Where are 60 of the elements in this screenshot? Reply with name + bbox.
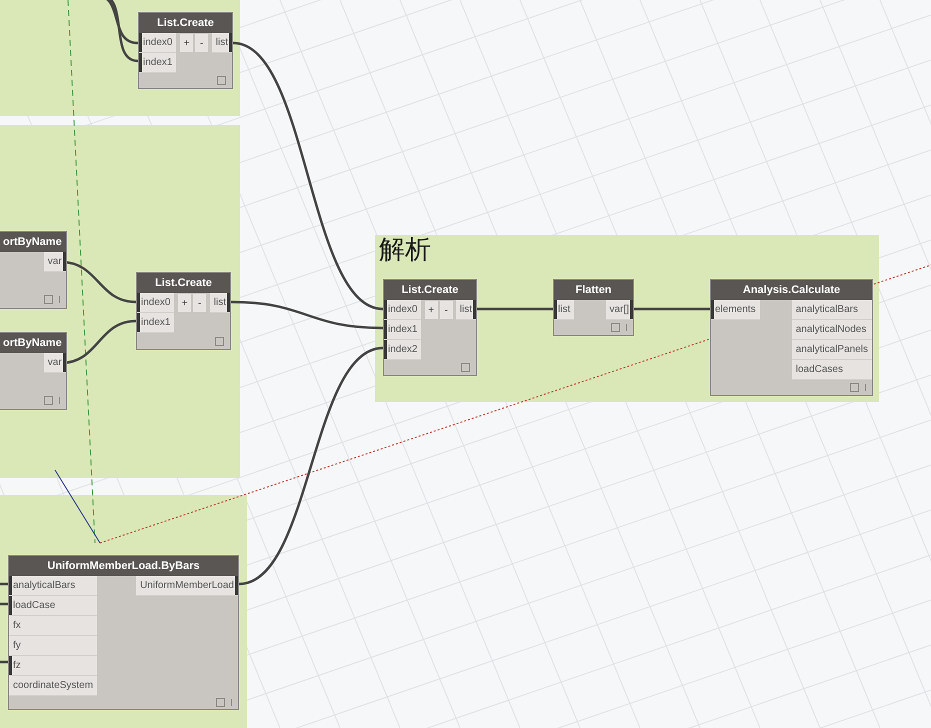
input-port[interactable]: list xyxy=(554,300,574,320)
node-title: ortByName xyxy=(0,232,66,252)
add-input-button[interactable]: + xyxy=(178,294,192,312)
input-port[interactable]: fy xyxy=(9,636,98,656)
preview-icon[interactable] xyxy=(215,336,224,346)
input-port[interactable]: elements xyxy=(711,300,760,320)
output-port[interactable]: list xyxy=(212,33,232,53)
remove-input-button[interactable]: - xyxy=(440,301,453,319)
input-port[interactable]: index0 xyxy=(384,300,422,320)
node-card[interactable]: ortByName var xyxy=(0,231,67,309)
output-port[interactable]: analyticalNodes xyxy=(792,320,872,340)
node-title: List.Create xyxy=(137,273,230,293)
input-port[interactable]: fz xyxy=(9,656,98,676)
input-port[interactable]: coordinateSystem xyxy=(9,676,98,696)
output-port[interactable]: UniformMemberLoad xyxy=(136,576,238,596)
node-card[interactable]: List.Create index0 index1 + - list xyxy=(136,272,231,350)
input-port[interactable]: index0 xyxy=(139,33,176,53)
remove-input-button[interactable]: - xyxy=(193,294,206,312)
output-port[interactable]: list xyxy=(210,293,230,313)
output-port[interactable]: var xyxy=(44,252,66,272)
preview-icon[interactable] xyxy=(44,294,53,304)
node-title: Flatten xyxy=(554,280,633,300)
input-port[interactable]: fx xyxy=(9,616,98,636)
preview-icon[interactable] xyxy=(611,323,620,332)
preview-icon[interactable] xyxy=(217,76,226,85)
preview-icon[interactable] xyxy=(216,698,225,707)
node-card[interactable]: List.Create index0 index1 + - list xyxy=(138,12,233,89)
group-title: 解析 xyxy=(379,235,432,265)
input-port[interactable]: index2 xyxy=(384,340,422,360)
node-card[interactable]: Flatten list var[] xyxy=(553,279,634,336)
wire xyxy=(0,602,8,606)
wire xyxy=(0,582,8,586)
node-card[interactable]: UniformMemberLoad.ByBars analyticalBars loadCase fx fy fz coordinateSystem UniformMemberLoad xyxy=(8,555,239,710)
remove-input-button[interactable]: - xyxy=(195,34,208,52)
input-port[interactable]: loadCase xyxy=(9,596,98,616)
add-input-button[interactable]: + xyxy=(424,301,438,319)
output-port[interactable]: var[] xyxy=(606,300,633,320)
output-port[interactable]: loadCases xyxy=(792,360,872,380)
wire xyxy=(0,660,8,664)
node-card[interactable]: Analysis.Calculate elements analyticalBars analyticalNodes analyticalPanels loadCases xyxy=(710,279,873,396)
input-port[interactable]: analyticalBars xyxy=(9,576,98,596)
preview-icon[interactable] xyxy=(44,396,53,404)
add-input-button[interactable]: + xyxy=(180,34,194,52)
preview-icon[interactable] xyxy=(461,363,470,372)
node-title: ortByName xyxy=(0,333,66,353)
output-port[interactable]: var xyxy=(44,353,66,373)
node-title: List.Create xyxy=(139,13,232,33)
node-title: UniformMemberLoad.ByBars xyxy=(9,556,238,576)
input-port[interactable]: index1 xyxy=(384,320,422,340)
input-port[interactable]: index1 xyxy=(137,313,174,333)
output-port[interactable]: list xyxy=(456,300,476,320)
output-port[interactable]: analyticalPanels xyxy=(792,340,872,360)
input-port[interactable]: index0 xyxy=(137,293,174,313)
node-card[interactable]: List.Create index0 index1 index2 + - list xyxy=(383,279,477,376)
node-title: List.Create xyxy=(384,280,476,300)
node-card[interactable]: ortByName var xyxy=(0,332,67,410)
node-title: Analysis.Calculate xyxy=(711,280,872,300)
input-port[interactable]: index1 xyxy=(139,53,176,73)
output-port[interactable]: analyticalBars xyxy=(792,300,872,320)
preview-icon[interactable] xyxy=(850,383,859,392)
